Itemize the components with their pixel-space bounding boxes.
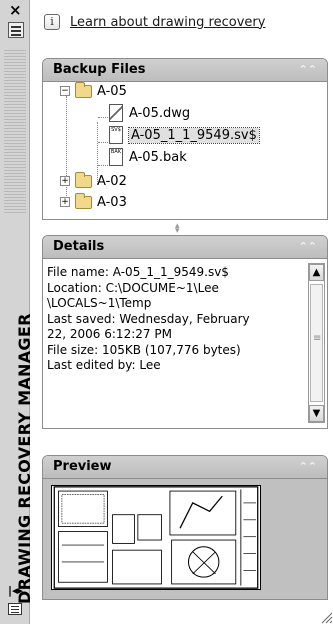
dwg-file-icon: [109, 104, 123, 122]
preview-panel: Preview ⌃⌃: [42, 455, 328, 600]
preview-body: [43, 479, 327, 599]
panel-splitter-icon[interactable]: ▴ ▾: [175, 222, 180, 236]
tree-item-label: A-03: [97, 194, 127, 210]
detail-line: Last edited by: Lee: [47, 358, 161, 372]
backup-files-panel: Backup Files ⌃⌃ − A-05 A-05.dwg SV$ A-05…: [42, 58, 328, 220]
detail-line: \LOCALS~1\Temp: [47, 296, 152, 310]
scroll-up-icon[interactable]: ▲: [309, 264, 324, 281]
detail-line: File name: A-05_1_1_9549.sv$: [47, 265, 229, 279]
detail-line: Last saved: Wednesday, February: [47, 311, 250, 326]
tree-item-bak[interactable]: BAK A-05.bak: [109, 147, 187, 167]
tree-item-label: A-05: [97, 83, 127, 99]
learn-row: i Learn about drawing recovery: [44, 14, 265, 30]
palette-main: i Learn about drawing recovery Backup Fi…: [30, 0, 333, 624]
sv-file-icon: SV$: [109, 126, 123, 144]
details-title: Details: [53, 239, 105, 254]
close-icon[interactable]: ×: [9, 2, 22, 18]
collapse-chevron-icon[interactable]: ⌃⌃: [299, 456, 317, 478]
preview-header[interactable]: Preview ⌃⌃: [43, 456, 327, 479]
resize-grip-icon[interactable]: [319, 610, 333, 624]
details-scrollbar[interactable]: ▲ ▼: [308, 263, 325, 423]
detail-line: File size: 105KB (107,776 bytes): [47, 342, 241, 357]
tree-item-dwg[interactable]: A-05.dwg: [109, 103, 190, 123]
tree-item-folder-a02[interactable]: + A-02: [60, 171, 127, 191]
scroll-down-icon[interactable]: ▼: [309, 405, 324, 422]
detail-line: 22, 2006 6:12:27 PM: [47, 327, 172, 341]
collapse-chevron-icon[interactable]: ⌃⌃: [299, 236, 317, 258]
title-strip: × DRAWING RECOVERY MANAGER |◂▸: [0, 0, 34, 624]
scroll-thumb[interactable]: [310, 284, 323, 402]
folder-icon: [75, 192, 92, 209]
tree-item-label: A-05.dwg: [129, 105, 191, 121]
drawing-preview-image: [51, 485, 261, 590]
collapse-icon[interactable]: −: [60, 86, 70, 96]
tree-item-folder-a05[interactable]: − A-05: [60, 81, 127, 101]
expand-icon[interactable]: +: [60, 176, 70, 186]
details-panel: Details ⌃⌃ File name: A-05_1_1_9549.sv$ …: [42, 235, 328, 429]
details-text: File name: A-05_1_1_9549.sv$ Location: C…: [47, 265, 299, 374]
info-icon: i: [44, 14, 60, 30]
learn-link[interactable]: Learn about drawing recovery: [70, 15, 265, 30]
folder-open-icon: [75, 81, 92, 98]
tree-item-label: A-05.bak: [129, 149, 187, 165]
expand-icon[interactable]: +: [60, 197, 70, 207]
detail-line: Location: C:\DOCUME~1\Lee: [47, 280, 219, 295]
tree-item-sv[interactable]: SV$ A-05_1_1_9549.sv$: [109, 125, 260, 145]
backup-files-title: Backup Files: [53, 62, 146, 77]
properties-icon[interactable]: [8, 22, 24, 38]
details-body: File name: A-05_1_1_9549.sv$ Location: C…: [43, 259, 327, 429]
details-header[interactable]: Details ⌃⌃: [43, 236, 327, 259]
drag-grip[interactable]: [4, 48, 26, 213]
tree-item-folder-a03[interactable]: + A-03: [60, 192, 127, 212]
folder-icon: [75, 171, 92, 188]
palette-menu-icon[interactable]: [8, 603, 22, 615]
backup-files-header[interactable]: Backup Files ⌃⌃: [43, 59, 327, 82]
preview-title: Preview: [53, 459, 112, 474]
tree-item-label: A-02: [97, 173, 127, 189]
collapse-chevron-icon[interactable]: ⌃⌃: [299, 59, 317, 81]
autohide-icon[interactable]: |◂▸: [8, 584, 23, 597]
bak-file-icon: BAK: [109, 148, 123, 166]
tree-item-label-selected: A-05_1_1_9549.sv$: [128, 126, 260, 144]
